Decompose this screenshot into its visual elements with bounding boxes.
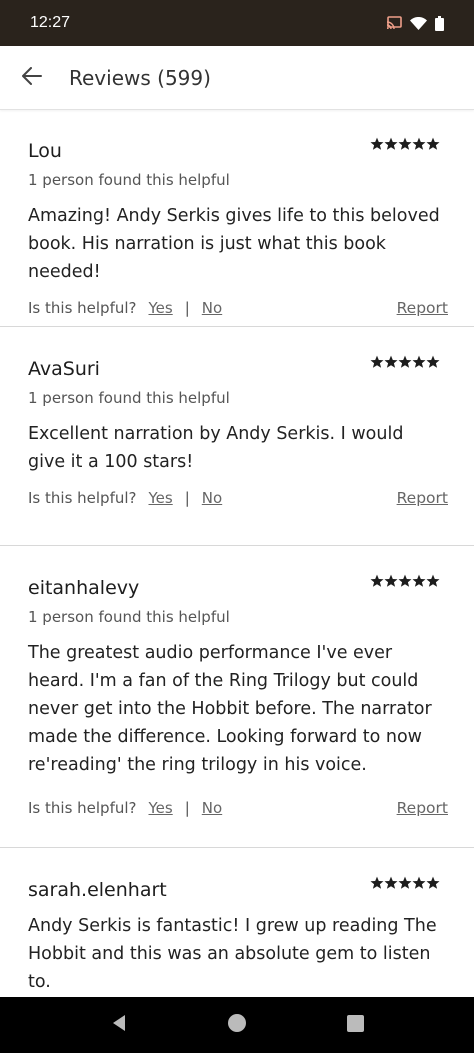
helpful-yes-link[interactable]: Yes [149,489,173,507]
star-icon [398,876,412,889]
review-card: AvaSuri 1 person found this helpful Exce… [0,327,474,546]
report-link[interactable]: Report [397,799,448,817]
report-link[interactable]: Report [397,299,448,317]
star-rating [370,137,440,151]
star-icon [412,355,426,368]
star-icon [370,574,384,587]
nav-home-button[interactable] [217,1005,257,1045]
report-link[interactable]: Report [397,489,448,507]
star-icon [370,355,384,368]
reviews-list[interactable]: Lou 1 person found this helpful Amazing!… [0,111,474,997]
review-text: Excellent narration by Andy Serkis. I wo… [28,424,404,472]
helpful-question: Is this helpful? [28,299,137,317]
nav-back-button[interactable] [99,1005,139,1045]
star-icon [398,137,412,150]
system-nav-bar [0,997,474,1053]
star-icon [370,137,384,150]
review-card: sarah.elenhart Andy Serkis is fantastic!… [0,848,474,997]
review-text: Amazing! Andy Serkis gives life to this … [28,206,440,282]
star-icon [412,137,426,150]
status-time: 12:27 [30,14,71,31]
separator: | [184,299,190,317]
star-icon [384,574,398,587]
helpful-count: 1 person found this helpful [28,171,230,189]
star-icon [426,137,440,150]
helpful-question: Is this helpful? [28,489,137,507]
review-actions: Is this helpful? Yes | No Report [28,295,448,321]
home-circle-icon [227,1013,247,1037]
helpful-no-link[interactable]: No [202,299,222,317]
star-icon [398,574,412,587]
star-rating [370,355,440,369]
star-icon [384,355,398,368]
helpful-count: 1 person found this helpful [28,389,230,407]
wifi-icon [410,16,427,30]
star-icon [426,355,440,368]
helpful-no-link[interactable]: No [202,489,222,507]
cast-icon [386,16,402,30]
helpful-question: Is this helpful? [28,799,137,817]
back-triangle-icon [110,1014,128,1036]
helpful-no-link[interactable]: No [202,799,222,817]
star-rating [370,876,440,890]
arrow-left-icon [22,66,42,89]
helpful-count: 1 person found this helpful [28,608,230,626]
helpful-yes-link[interactable]: Yes [149,299,173,317]
review-text: The greatest audio performance I've ever… [28,643,432,775]
back-button[interactable] [0,46,64,110]
helpful-yes-link[interactable]: Yes [149,799,173,817]
star-rating [370,574,440,588]
review-card: eitanhalevy 1 person found this helpful … [0,546,474,848]
star-icon [412,574,426,587]
review-card: Lou 1 person found this helpful Amazing!… [0,111,474,327]
recents-square-icon [346,1014,364,1036]
star-icon [370,876,384,889]
battery-icon [435,15,444,31]
separator: | [184,489,190,507]
review-text: Andy Serkis is fantastic! I grew up read… [28,916,437,992]
review-actions: Is this helpful? Yes | No Report [28,485,448,511]
star-icon [412,876,426,889]
star-icon [426,574,440,587]
review-actions: Is this helpful? Yes | No Report [28,795,448,821]
status-bar: 12:27 [0,0,474,46]
app-bar: Reviews (599) [0,46,474,110]
star-icon [384,137,398,150]
separator: | [184,799,190,817]
nav-recents-button[interactable] [335,1005,375,1045]
star-icon [426,876,440,889]
page-title: Reviews (599) [69,65,211,90]
star-icon [384,876,398,889]
star-icon [398,355,412,368]
status-icons [386,15,444,31]
